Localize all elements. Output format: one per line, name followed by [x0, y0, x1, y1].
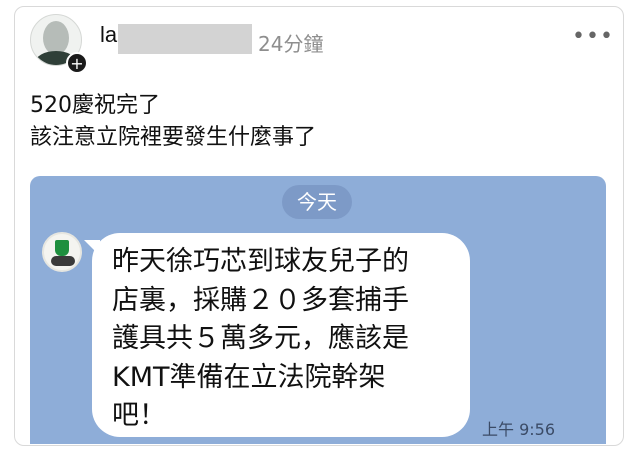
chat-sender-avatar: [42, 232, 82, 272]
more-options-icon[interactable]: •••: [572, 26, 614, 48]
avatar-leaf-shape: [55, 240, 69, 256]
chat-message-text: 昨天徐巧芯到球友兒子的 店裏，採購２０多套捕手 護具共５萬多元，應該是 KMT準…: [112, 246, 409, 431]
chat-message-time: 上午 9:56: [482, 420, 556, 439]
post-body-text: 520慶祝完了 該注意立院裡要發生什麼事了: [30, 93, 317, 150]
chat-date-label: 今天: [282, 185, 352, 219]
name-redaction-block: [118, 24, 252, 54]
avatar-base-shape: [51, 256, 75, 266]
add-friend-plus-icon[interactable]: +: [66, 52, 88, 74]
poster-name[interactable]: la: [100, 22, 117, 48]
avatar-head-shape: [43, 21, 69, 55]
post-timestamp[interactable]: 24分鐘: [258, 28, 323, 57]
